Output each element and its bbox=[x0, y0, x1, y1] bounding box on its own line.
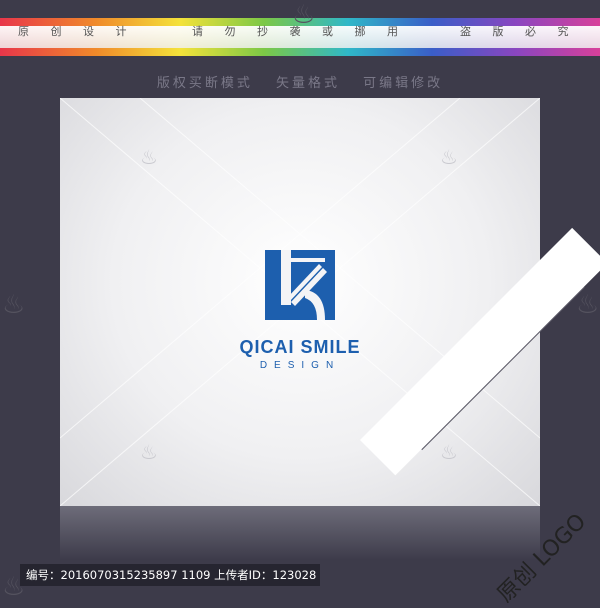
watermark-icon: ♨ bbox=[440, 145, 458, 169]
feature-vector: 矢量格式 bbox=[275, 76, 340, 91]
nav-original-design: 原 创 设 计 bbox=[18, 25, 136, 38]
feature-copyright: 版权买断模式 bbox=[156, 76, 253, 91]
card-reflection bbox=[60, 506, 540, 560]
k-logo-icon bbox=[265, 250, 335, 320]
watermark-icon: ♨ bbox=[440, 440, 458, 464]
watermark-icon: ♨ bbox=[576, 290, 600, 320]
nav-piracy-warning: 盗 版 必 究 bbox=[460, 25, 578, 38]
feature-subtitle: 版权买断模式 矢量格式 可编辑修改 bbox=[0, 72, 600, 91]
footer-id-text: 编号：2016070315235897 1109 上传者ID：123028 bbox=[26, 568, 317, 582]
watermark-icon: ♨ bbox=[140, 440, 158, 464]
watermark-icon: ♨ bbox=[292, 0, 316, 30]
feature-editable: 可编辑修改 bbox=[363, 76, 444, 91]
watermark-icon: ♨ bbox=[140, 145, 158, 169]
watermark-icon: ♨ bbox=[2, 290, 26, 320]
